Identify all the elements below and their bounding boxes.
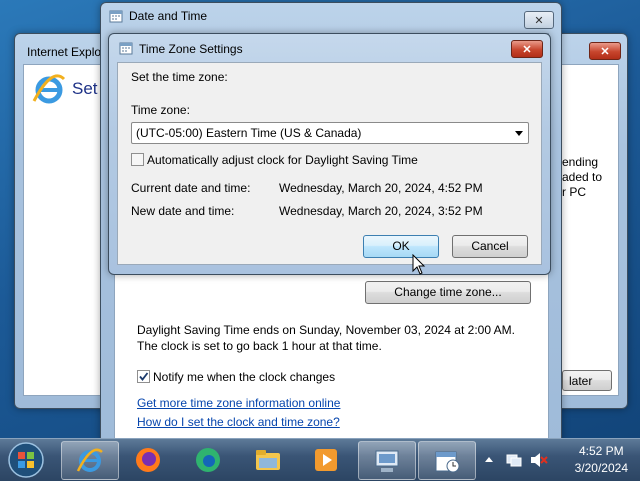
chevron-down-icon <box>515 131 523 136</box>
ie-side-text-3: r PC <box>562 185 586 199</box>
date-time-close-button[interactable]: ✕ <box>524 11 554 29</box>
taskbar-date-time[interactable] <box>418 441 476 480</box>
clock-date: 3/20/2024 <box>574 461 628 475</box>
ie-window-title: Internet Explor <box>27 45 106 59</box>
time-zone-settings-dialog[interactable]: Time Zone Settings ✕ Set the time zone: … <box>108 33 551 275</box>
new-datetime-value: Wednesday, March 20, 2024, 3:52 PM <box>279 204 483 218</box>
taskbar-internet-explorer[interactable] <box>61 441 119 480</box>
mouse-cursor-icon <box>412 254 426 275</box>
notify-checkbox[interactable] <box>137 370 150 383</box>
change-time-zone-button[interactable]: Change time zone... <box>365 281 531 304</box>
taskbar: 4:52 PM 3/20/2024 <box>0 438 640 481</box>
media-player-icon <box>315 449 337 471</box>
time-zone-select[interactable]: (UTC-05:00) Eastern Time (US & Canada) <box>131 122 529 144</box>
network-icon[interactable] <box>506 452 522 468</box>
how-to-set-clock-link[interactable]: How do I set the clock and time zone? <box>137 415 340 429</box>
clock-time: 4:52 PM <box>578 444 624 458</box>
time-zone-label: Time zone: <box>131 103 190 117</box>
time-zone-client-area: Set the time zone: Time zone: (UTC-05:00… <box>117 62 542 265</box>
internet-explorer-icon <box>76 448 103 472</box>
notify-label: Notify me when the clock changes <box>153 370 336 384</box>
ok-button[interactable]: OK <box>363 235 439 258</box>
time-zone-instruction: Set the time zone: <box>131 70 228 84</box>
time-zone-dialog-title: Time Zone Settings <box>139 42 243 56</box>
ie-side-text-1: ending <box>562 155 599 169</box>
taskbar-firefox[interactable] <box>120 441 176 478</box>
time-zone-select-value: (UTC-05:00) Eastern Time (US & Canada) <box>136 126 362 140</box>
date-time-icon <box>109 10 123 23</box>
dst-auto-adjust-checkbox[interactable] <box>131 153 144 166</box>
dst-info-text: Daylight Saving Time ends on Sunday, Nov… <box>137 323 515 353</box>
current-datetime-label: Current date and time: <box>131 181 251 195</box>
date-time-window-title: Date and Time <box>129 9 208 23</box>
current-datetime-value: Wednesday, March 20, 2024, 4:52 PM <box>279 181 483 195</box>
show-hidden-icons-icon[interactable] <box>484 455 494 463</box>
taskbar-control-panel[interactable] <box>358 441 416 480</box>
calendar-clock-icon <box>435 451 460 473</box>
dst-auto-adjust-label: Automatically adjust clock for Daylight … <box>147 153 418 167</box>
ie-close-button[interactable]: ✕ <box>589 42 621 60</box>
firefox-icon <box>136 448 160 472</box>
checkmark-icon <box>139 372 149 381</box>
cancel-button[interactable]: Cancel <box>452 235 528 258</box>
edge-icon <box>196 448 220 472</box>
taskbar-file-explorer[interactable] <box>240 441 296 478</box>
ie-side-text-2: aded to <box>562 170 603 184</box>
taskbar-edge[interactable] <box>180 441 236 478</box>
time-zone-close-button[interactable]: ✕ <box>511 40 543 58</box>
time-zone-icon <box>119 42 133 55</box>
system-clock[interactable]: 4:52 PM 3/20/2024 <box>575 443 628 477</box>
control-panel-icon <box>375 450 399 472</box>
folder-icon <box>256 450 280 470</box>
volume-muted-icon[interactable] <box>530 452 548 468</box>
start-orb-icon[interactable] <box>6 441 46 479</box>
ie-logo-icon <box>32 74 66 104</box>
more-time-zone-info-link[interactable]: Get more time zone information online <box>137 396 340 410</box>
ie-later-button[interactable]: later <box>562 370 612 391</box>
taskbar-media-player[interactable] <box>298 441 354 478</box>
new-datetime-label: New date and time: <box>131 204 235 218</box>
